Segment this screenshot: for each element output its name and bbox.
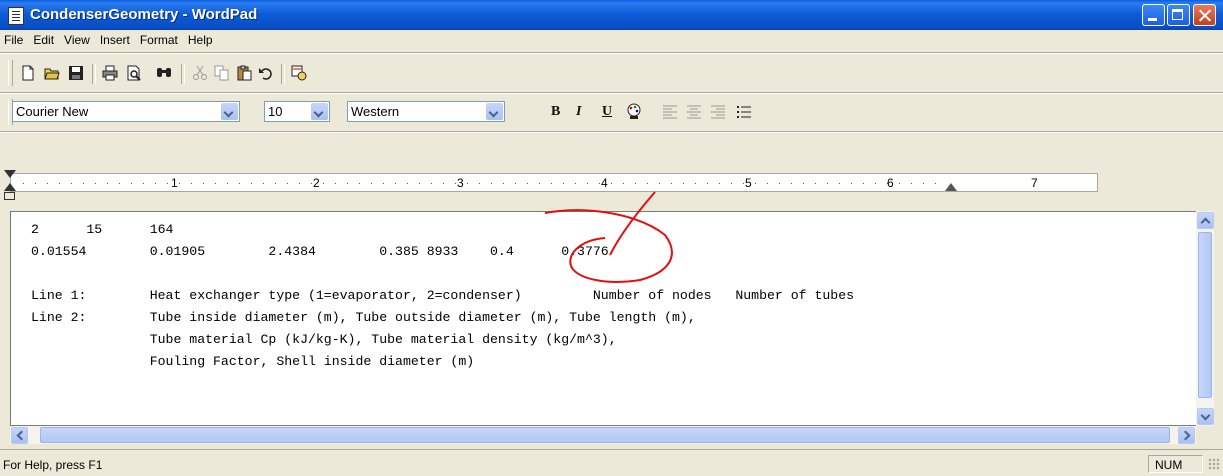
toolbar-separator: [92, 64, 96, 84]
toolbar-separator: [281, 64, 285, 84]
chevron-down-icon[interactable]: [221, 103, 238, 120]
align-left-icon[interactable]: [662, 104, 678, 120]
right-indent-marker[interactable]: [945, 183, 957, 191]
italic-button[interactable]: I: [576, 104, 581, 120]
scroll-left-button[interactable]: [11, 427, 28, 444]
left-indent-marker[interactable]: [4, 192, 15, 200]
ruler-ticks: [23, 183, 947, 184]
script-value: Western: [351, 104, 400, 119]
font-size-value: 10: [268, 104, 283, 119]
ruler-mark: 3: [457, 176, 464, 190]
cut-icon[interactable]: [192, 65, 208, 81]
window-title: CondenserGeometry - WordPad: [30, 6, 258, 23]
ruler-mark: 1: [171, 176, 178, 190]
ruler-mark: 7: [1031, 176, 1038, 190]
vertical-scroll-thumb[interactable]: [1198, 232, 1212, 398]
title-bar[interactable]: CondenserGeometry - WordPad: [0, 0, 1223, 30]
wordpad-window: CondenserGeometry - WordPad File Edit View…: [0, 0, 1223, 476]
document-line: 2 15 164: [31, 222, 174, 237]
document-line: Line 1: Heat exchanger type (1=evaporato…: [31, 288, 855, 303]
bold-button[interactable]: B: [551, 104, 560, 120]
copy-icon[interactable]: [214, 65, 230, 81]
document-line: Line 2: Tube inside diameter (m), Tube o…: [31, 310, 696, 325]
font-name-value: Courier New: [16, 104, 89, 119]
close-button[interactable]: [1193, 4, 1216, 26]
toolbar-grip[interactable]: [8, 60, 13, 86]
menu-file[interactable]: File: [0, 30, 28, 47]
menu-view[interactable]: View: [59, 30, 95, 47]
menu-divider: [0, 52, 1223, 54]
bullets-icon[interactable]: [736, 104, 752, 120]
print-preview-icon[interactable]: [126, 65, 142, 81]
datetime-icon[interactable]: [291, 65, 307, 81]
align-right-icon[interactable]: [710, 104, 726, 120]
resize-grip[interactable]: [1208, 458, 1220, 470]
toolbar-divider: [0, 92, 1223, 94]
document-line: 0.01554 0.01905 2.4384 0.385 8933 0.4 0.…: [31, 244, 609, 259]
menu-bar: File Edit View Insert Format Help: [0, 30, 1223, 52]
scroll-right-button[interactable]: [1178, 427, 1195, 444]
find-icon[interactable]: [156, 65, 172, 81]
ruler-mark: 6: [887, 176, 894, 190]
chevron-down-icon[interactable]: [311, 103, 328, 120]
toolbar-separator: [181, 64, 185, 84]
scroll-down-button[interactable]: [1197, 408, 1214, 425]
chevron-down-icon[interactable]: [486, 103, 503, 120]
minimize-button[interactable]: [1142, 4, 1165, 26]
align-center-icon[interactable]: [686, 104, 702, 120]
ruler-mark: 2: [313, 176, 320, 190]
new-icon[interactable]: [20, 65, 36, 81]
underline-button[interactable]: U: [602, 104, 612, 120]
maximize-button[interactable]: [1167, 4, 1190, 26]
status-bar: For Help, press F1 NUM: [0, 449, 1223, 476]
menu-edit[interactable]: Edit: [28, 30, 59, 47]
undo-icon[interactable]: [258, 65, 274, 81]
save-icon[interactable]: [68, 65, 84, 81]
document-line: Fouling Factor, Shell inside diameter (m…: [31, 354, 475, 369]
formatbar-divider: [0, 131, 1223, 133]
script-combo[interactable]: Western: [347, 101, 505, 122]
ruler-mark: 5: [745, 176, 752, 190]
menu-format[interactable]: Format: [135, 30, 183, 47]
standard-toolbar: [6, 56, 444, 90]
document-editor[interactable]: 2 15 164 0.01554 0.01905 2.4384 0.385 89…: [10, 211, 1214, 426]
horizontal-scroll-thumb[interactable]: [40, 427, 1170, 443]
status-help-text: For Help, press F1: [3, 458, 103, 472]
print-icon[interactable]: [102, 65, 118, 81]
scrollbar-corner: [1196, 426, 1214, 444]
font-name-combo[interactable]: Courier New: [12, 101, 240, 122]
ruler[interactable]: 1 2 3 4 5 6 7: [10, 173, 1098, 192]
ruler-mark: 4: [601, 176, 608, 190]
scroll-up-button[interactable]: [1197, 212, 1214, 229]
menu-help[interactable]: Help: [183, 30, 218, 47]
paste-icon[interactable]: [236, 65, 252, 81]
hanging-indent-marker[interactable]: [4, 183, 16, 191]
format-bar: Courier New 10 Western B I U: [6, 95, 846, 129]
document-line: Tube material Cp (kJ/kg-K), Tube materia…: [31, 332, 617, 347]
document-icon[interactable]: [8, 7, 24, 25]
num-lock-indicator: NUM: [1148, 455, 1203, 473]
horizontal-scrollbar[interactable]: [10, 426, 1196, 444]
menu-insert[interactable]: Insert: [95, 30, 135, 47]
font-size-combo[interactable]: 10: [264, 101, 330, 122]
color-palette-icon[interactable]: [626, 103, 642, 119]
first-line-indent-marker[interactable]: [4, 170, 16, 178]
open-icon[interactable]: [44, 65, 60, 81]
